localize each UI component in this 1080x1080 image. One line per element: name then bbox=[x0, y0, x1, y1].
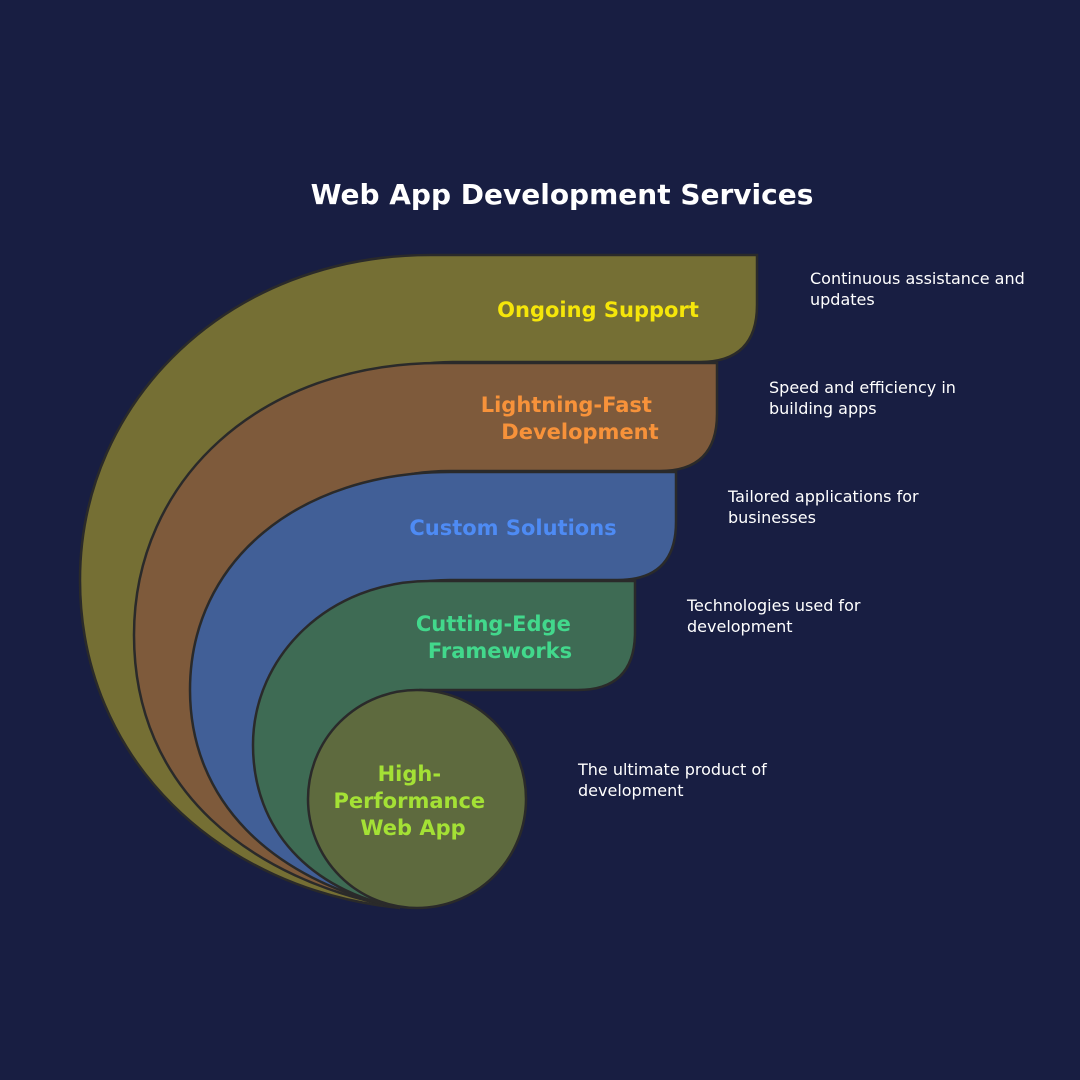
diagram-title: Web App Development Services bbox=[311, 178, 814, 211]
diagram-canvas: Web App Development Services Ongoing Sup… bbox=[78, 178, 1030, 910]
description-ongoing-support: Continuous assistance and updates bbox=[810, 269, 1030, 309]
description-high-performance-web-app: The ultimate product of development bbox=[577, 760, 772, 800]
description-custom-solutions: Tailored applications for businesses bbox=[727, 487, 924, 527]
label-custom-solutions: Custom Solutions bbox=[409, 516, 616, 540]
description-cutting-edge-frameworks: Technologies used for development bbox=[686, 596, 866, 636]
label-ongoing-support: Ongoing Support bbox=[497, 298, 699, 322]
description-lightning-fast-development: Speed and efficiency in building apps bbox=[769, 378, 961, 418]
